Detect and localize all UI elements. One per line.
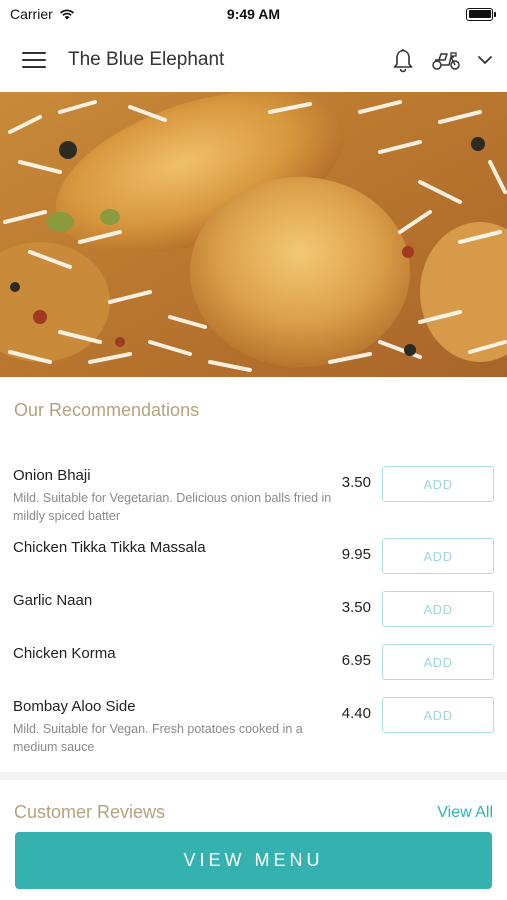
chevron-down-icon[interactable]	[477, 55, 493, 65]
add-button[interactable]: ADD	[382, 697, 494, 733]
item-description: Mild. Suitable for Vegetarian. Delicious…	[13, 491, 332, 523]
item-price: 4.40	[341, 705, 371, 722]
item-price: 9.95	[341, 546, 371, 563]
item-name: Onion Bhaji	[13, 467, 91, 484]
add-button[interactable]: ADD	[382, 644, 494, 680]
status-left: Carrier	[10, 6, 75, 22]
bell-icon[interactable]	[391, 47, 415, 73]
add-button[interactable]: ADD	[382, 538, 494, 574]
status-bar: Carrier 9:49 AM	[0, 0, 507, 28]
recommendations-title: Our Recommendations	[14, 400, 200, 420]
battery-icon	[466, 7, 496, 21]
section-divider	[0, 772, 507, 780]
item-price: 6.95	[341, 652, 371, 669]
hero-food-image	[0, 92, 507, 377]
view-all-link[interactable]: View All	[437, 804, 493, 822]
item-price: 3.50	[341, 474, 371, 491]
reviews-title: Customer Reviews	[14, 802, 166, 822]
add-button[interactable]: ADD	[382, 466, 494, 502]
item-description: Mild. Suitable for Vegan. Fresh potatoes…	[13, 722, 303, 754]
item-name: Garlic Naan	[13, 592, 93, 609]
status-time: 9:49 AM	[226, 6, 281, 22]
menu-icon[interactable]	[20, 49, 48, 71]
reviews-header: Customer Reviews View All	[0, 800, 507, 828]
scooter-icon[interactable]	[431, 48, 461, 72]
item-name: Chicken Korma	[13, 645, 116, 662]
wifi-icon	[59, 9, 74, 20]
carrier-label: Carrier	[10, 6, 53, 22]
restaurant-title: The Blue Elephant	[68, 49, 225, 70]
add-button[interactable]: ADD	[382, 591, 494, 627]
battery-fill	[468, 10, 491, 18]
view-menu-button[interactable]: VIEW MENU	[15, 832, 492, 889]
item-name: Chicken Tikka Tikka Massala	[13, 539, 206, 556]
item-name: Bombay Aloo Side	[13, 698, 136, 715]
app-header: The Blue Elephant	[0, 28, 507, 92]
header-actions	[391, 47, 493, 73]
item-price: 3.50	[341, 599, 371, 616]
